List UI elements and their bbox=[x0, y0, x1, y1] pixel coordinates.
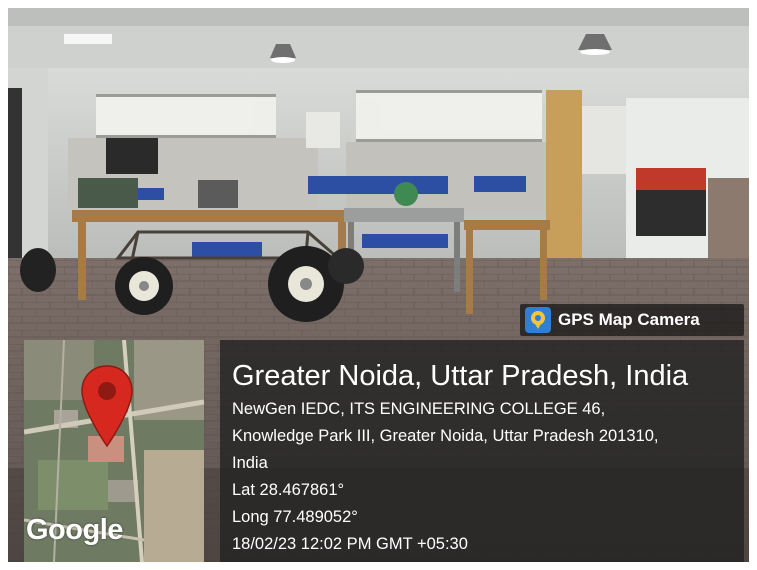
location-pin-icon bbox=[81, 365, 133, 448]
location-title: Greater Noida, Uttar Pradesh, India bbox=[232, 360, 689, 392]
gps-map-camera-badge: GPS Map Camera bbox=[520, 304, 744, 336]
photo-frame: GPS Map Camera Google Greater Noida, Utt… bbox=[8, 8, 749, 562]
longitude: Long 77.489052° bbox=[232, 508, 358, 526]
location-info-panel: Greater Noida, Uttar Pradesh, India NewG… bbox=[220, 340, 744, 562]
satellite-map-thumbnail: Google bbox=[24, 340, 204, 562]
address-line-1: NewGen IEDC, ITS ENGINEERING COLLEGE 46, bbox=[232, 400, 606, 418]
address-line-3: India bbox=[232, 454, 268, 472]
address-line-2: Knowledge Park III, Greater Noida, Uttar… bbox=[232, 427, 659, 445]
gps-map-camera-icon bbox=[525, 307, 551, 333]
google-logo: Google bbox=[26, 514, 123, 546]
badge-label: GPS Map Camera bbox=[558, 310, 700, 329]
latitude: Lat 28.467861° bbox=[232, 481, 345, 499]
timestamp: 18/02/23 12:02 PM GMT +05:30 bbox=[232, 535, 468, 553]
